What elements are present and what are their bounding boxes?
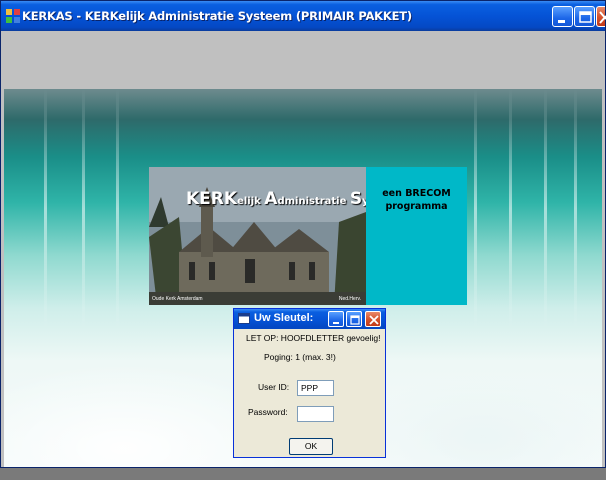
- client-area: KERKelijk Administratie Systeem Oude Ker…: [4, 31, 602, 467]
- login-dialog: Uw Sleutel: LET OP: HOOFDLETTER gevoelig…: [233, 308, 386, 458]
- maximize-icon: [350, 315, 360, 325]
- title-part: S: [349, 189, 363, 209]
- church-illustration: [149, 167, 366, 305]
- dialog-maximize-button[interactable]: [346, 311, 362, 327]
- photo-caption-left: Oude Kerk Amsterdam: [152, 296, 203, 302]
- water-streak: [544, 89, 547, 329]
- ok-button[interactable]: OK: [289, 438, 333, 455]
- title-bar[interactable]: KERKAS - KERKelijk Administratie Systeem…: [1, 1, 606, 31]
- dialog-close-button[interactable]: [365, 311, 381, 327]
- dialog-title: Uw Sleutel:: [254, 312, 314, 324]
- key-window-icon: [238, 313, 250, 324]
- splash-banner: KERKelijk Administratie Systeem Oude Ker…: [149, 167, 467, 305]
- church-photo: KERKelijk Administratie Systeem Oude Ker…: [149, 167, 366, 305]
- password-input[interactable]: [297, 406, 334, 422]
- dialog-body: LET OP: HOOFDLETTER gevoelig! Poging: 1 …: [234, 329, 385, 457]
- userid-input[interactable]: PPP: [297, 380, 334, 396]
- water-streak: [44, 89, 47, 329]
- dialog-title-bar[interactable]: Uw Sleutel:: [234, 309, 385, 329]
- water-streak: [82, 89, 85, 329]
- attempt-counter: Poging: 1 (max. 3!): [264, 352, 336, 362]
- case-sensitive-warning: LET OP: HOOFDLETTER gevoelig!: [246, 333, 381, 343]
- minimize-icon: [333, 322, 339, 324]
- water-streak: [116, 89, 119, 329]
- title-part: elijk: [237, 196, 265, 207]
- close-icon: [599, 11, 606, 24]
- splash-title: KERKelijk Administratie Systeem: [186, 189, 366, 209]
- title-part: A: [264, 189, 278, 209]
- password-label: Password:: [248, 407, 288, 417]
- main-window: KERKAS - KERKelijk Administratie Systeem…: [0, 0, 606, 468]
- app-icon: [6, 9, 20, 23]
- photo-caption-right: Ned.Herv.: [338, 296, 361, 302]
- brecom-line-2: programma: [385, 201, 448, 212]
- bottom-strip: [0, 468, 606, 480]
- maximize-icon: [579, 11, 592, 23]
- toolbar-area: [4, 31, 602, 89]
- userid-label: User ID:: [258, 382, 290, 392]
- maximize-button[interactable]: [574, 6, 595, 27]
- close-button[interactable]: [596, 6, 606, 27]
- window-title: KERKAS - KERKelijk Administratie Systeem…: [22, 9, 412, 23]
- title-part: KERK: [186, 189, 238, 209]
- close-icon: [369, 315, 379, 325]
- brecom-label: een BRECOM programma: [366, 187, 467, 213]
- brecom-line-1: een BRECOM: [382, 188, 451, 199]
- water-streak: [574, 89, 577, 329]
- minimize-button[interactable]: [552, 6, 573, 27]
- dialog-minimize-button[interactable]: [328, 311, 344, 327]
- title-part: dministratie: [277, 196, 350, 207]
- water-streak: [509, 89, 512, 329]
- minimize-icon: [558, 20, 565, 23]
- water-streak: [474, 89, 477, 329]
